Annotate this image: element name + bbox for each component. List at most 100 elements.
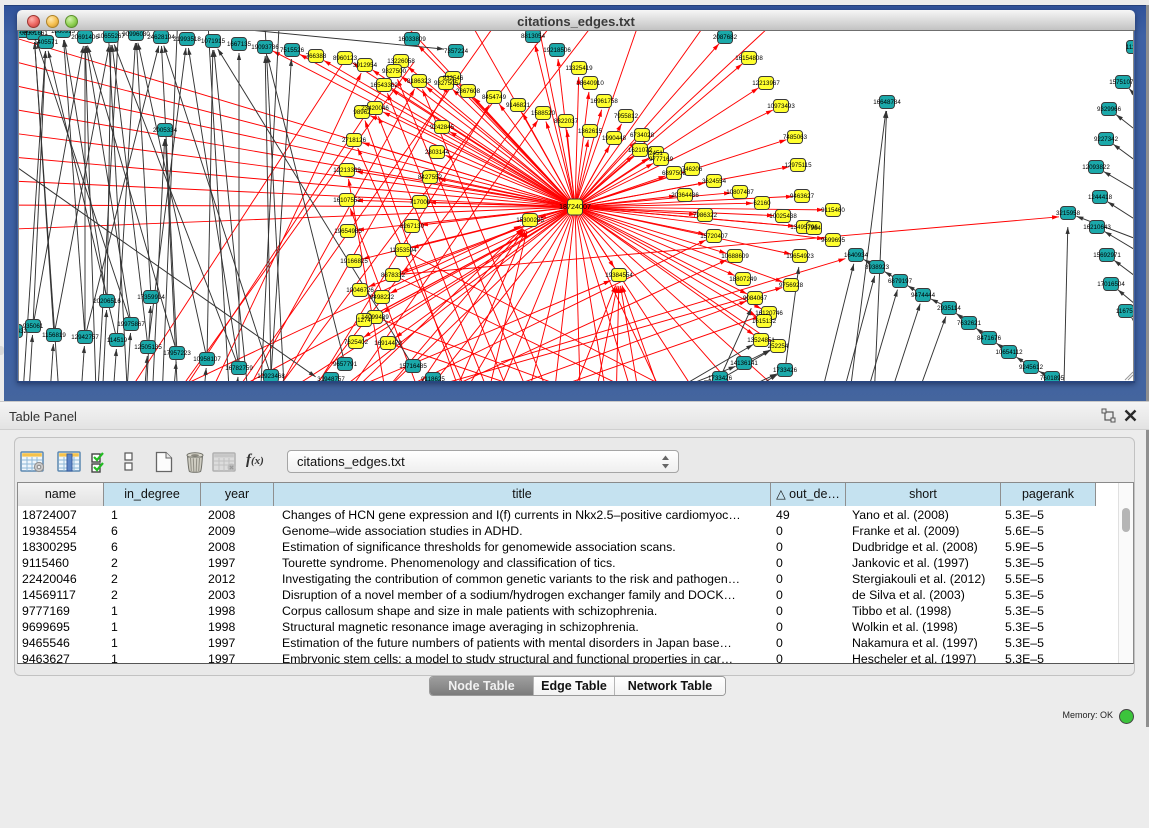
svg-text:7625402: 7625402 bbox=[344, 339, 369, 346]
svg-text:746206: 746206 bbox=[682, 166, 703, 173]
svg-text:8267130: 8267130 bbox=[400, 223, 425, 230]
svg-text:12213967: 12213967 bbox=[752, 80, 780, 87]
svg-text:8454749: 8454749 bbox=[482, 94, 507, 101]
svg-text:7632621: 7632621 bbox=[957, 320, 982, 327]
svg-text:8427552: 8427552 bbox=[418, 174, 443, 181]
svg-text:18640910: 18640910 bbox=[576, 80, 604, 87]
svg-text:08301661: 08301661 bbox=[20, 31, 48, 37]
svg-text:12505135: 12505135 bbox=[134, 344, 162, 351]
svg-text:1362615: 1362615 bbox=[578, 128, 603, 135]
svg-text:19654985: 19654985 bbox=[334, 228, 362, 235]
svg-text:1990448: 1990448 bbox=[602, 135, 627, 142]
svg-text:11325419: 11325419 bbox=[565, 65, 593, 72]
svg-text:19654923: 19654923 bbox=[786, 253, 814, 260]
svg-text:16914479: 16914479 bbox=[374, 340, 402, 347]
svg-text:9084067: 9084067 bbox=[743, 295, 768, 302]
svg-text:7357224: 7357224 bbox=[444, 48, 469, 55]
svg-text:9699695: 9699695 bbox=[821, 237, 846, 244]
svg-text:9329966: 9329966 bbox=[1097, 106, 1122, 113]
svg-text:7485063: 7485063 bbox=[783, 134, 808, 141]
svg-text:19166825: 19166825 bbox=[340, 258, 368, 265]
svg-text:10973493: 10973493 bbox=[767, 103, 795, 110]
svg-text:62160: 62160 bbox=[753, 200, 771, 207]
svg-text:935061: 935061 bbox=[23, 323, 44, 330]
svg-text:20206516: 20206516 bbox=[93, 298, 121, 305]
svg-text:16782759: 16782759 bbox=[225, 365, 253, 372]
svg-text:8938923: 8938923 bbox=[865, 264, 890, 271]
svg-text:11121: 11121 bbox=[1126, 44, 1134, 51]
svg-text:10046726: 10046726 bbox=[346, 287, 374, 294]
svg-text:1405571: 1405571 bbox=[34, 39, 59, 46]
svg-text:15720407: 15720407 bbox=[700, 233, 728, 240]
svg-text:9463627: 9463627 bbox=[790, 193, 815, 200]
svg-text:13226058: 13226058 bbox=[387, 58, 415, 65]
svg-text:9327500: 9327500 bbox=[382, 68, 407, 75]
svg-text:114519: 114519 bbox=[107, 337, 128, 344]
svg-text:252254: 252254 bbox=[768, 343, 789, 350]
svg-text:12975115: 12975115 bbox=[784, 162, 812, 169]
svg-text:1274: 1274 bbox=[357, 317, 371, 324]
svg-text:1156819: 1156819 bbox=[42, 332, 66, 339]
svg-text:9242845: 9242845 bbox=[430, 124, 455, 131]
svg-text:1615132: 1615132 bbox=[752, 318, 777, 325]
svg-text:90996030: 90996030 bbox=[122, 31, 150, 38]
svg-text:12093822: 12093822 bbox=[1082, 164, 1110, 171]
svg-text:9777169: 9777169 bbox=[649, 156, 674, 163]
svg-text:2935114: 2935114 bbox=[937, 305, 961, 312]
svg-text:14136141: 14136141 bbox=[730, 360, 758, 367]
svg-text:20364436: 20364436 bbox=[671, 192, 699, 199]
svg-text:10655267: 10655267 bbox=[97, 33, 125, 40]
svg-text:17359914: 17359914 bbox=[137, 294, 165, 301]
svg-text:6734028: 6734028 bbox=[630, 132, 655, 139]
svg-text:8186323: 8186323 bbox=[407, 78, 432, 85]
svg-text:1733426: 1733426 bbox=[773, 367, 798, 374]
svg-text:9474444: 9474444 bbox=[911, 292, 936, 299]
svg-text:9245612: 9245612 bbox=[1019, 364, 1044, 371]
svg-text:8960123: 8960123 bbox=[333, 55, 358, 62]
svg-text:19975867: 19975867 bbox=[117, 321, 145, 328]
svg-text:1667135: 1667135 bbox=[227, 41, 252, 48]
svg-text:12923468: 12923468 bbox=[257, 373, 285, 380]
svg-text:1588520: 1588520 bbox=[531, 110, 556, 117]
svg-text:7964: 7964 bbox=[807, 225, 821, 232]
svg-text:10025438: 10025438 bbox=[769, 213, 797, 220]
svg-text:9146821: 9146821 bbox=[506, 102, 531, 109]
svg-text:9657791: 9657791 bbox=[333, 361, 358, 368]
svg-text:15692971: 15692971 bbox=[1093, 252, 1121, 259]
svg-text:16120746: 16120746 bbox=[755, 310, 783, 317]
svg-text:2803144: 2803144 bbox=[425, 149, 450, 156]
svg-text:16648784: 16648784 bbox=[873, 99, 901, 106]
svg-text:16107552: 16107552 bbox=[333, 197, 361, 204]
svg-text:9756928: 9756928 bbox=[779, 282, 804, 289]
svg-text:6879197: 6879197 bbox=[888, 278, 913, 285]
svg-text:9327505: 9327505 bbox=[434, 80, 459, 87]
svg-text:3215958: 3215958 bbox=[1056, 210, 1081, 217]
svg-text:3912954: 3912954 bbox=[353, 62, 378, 69]
svg-text:12213369: 12213369 bbox=[333, 167, 361, 174]
svg-text:8878332: 8878332 bbox=[381, 272, 406, 279]
svg-text:18724007: 18724007 bbox=[559, 202, 591, 211]
svg-text:9227342: 9227342 bbox=[1094, 136, 1119, 143]
svg-text:18807249: 18807249 bbox=[729, 276, 757, 283]
svg-text:16210643: 16210643 bbox=[1083, 224, 1111, 231]
svg-text:7986322: 7986322 bbox=[693, 212, 718, 219]
svg-text:9498222: 9498222 bbox=[370, 294, 395, 301]
svg-text:8471676: 8471676 bbox=[977, 335, 1002, 342]
svg-text:2005334: 2005334 bbox=[153, 127, 178, 134]
svg-text:98962: 98962 bbox=[353, 109, 371, 116]
svg-text:16033809: 16033809 bbox=[398, 36, 426, 43]
svg-text:16154808: 16154808 bbox=[735, 55, 763, 62]
svg-text:7515526: 7515526 bbox=[280, 47, 305, 54]
svg-text:19093786: 19093786 bbox=[251, 44, 279, 51]
svg-text:17016504: 17016504 bbox=[1097, 281, 1125, 288]
svg-text:9115460: 9115460 bbox=[821, 207, 845, 214]
svg-text:16961758: 16961758 bbox=[590, 98, 618, 105]
svg-text:15716485: 15716485 bbox=[399, 363, 427, 370]
svg-text:116753: 116753 bbox=[1116, 308, 1134, 315]
svg-text:2087682: 2087682 bbox=[713, 34, 738, 41]
svg-text:7955812: 7955812 bbox=[614, 113, 639, 120]
svg-text:10958107: 10958107 bbox=[193, 356, 221, 363]
svg-text:717006: 717006 bbox=[410, 199, 431, 206]
svg-text:1640934: 1640934 bbox=[844, 252, 869, 259]
svg-text:2718126: 2718126 bbox=[342, 137, 367, 144]
